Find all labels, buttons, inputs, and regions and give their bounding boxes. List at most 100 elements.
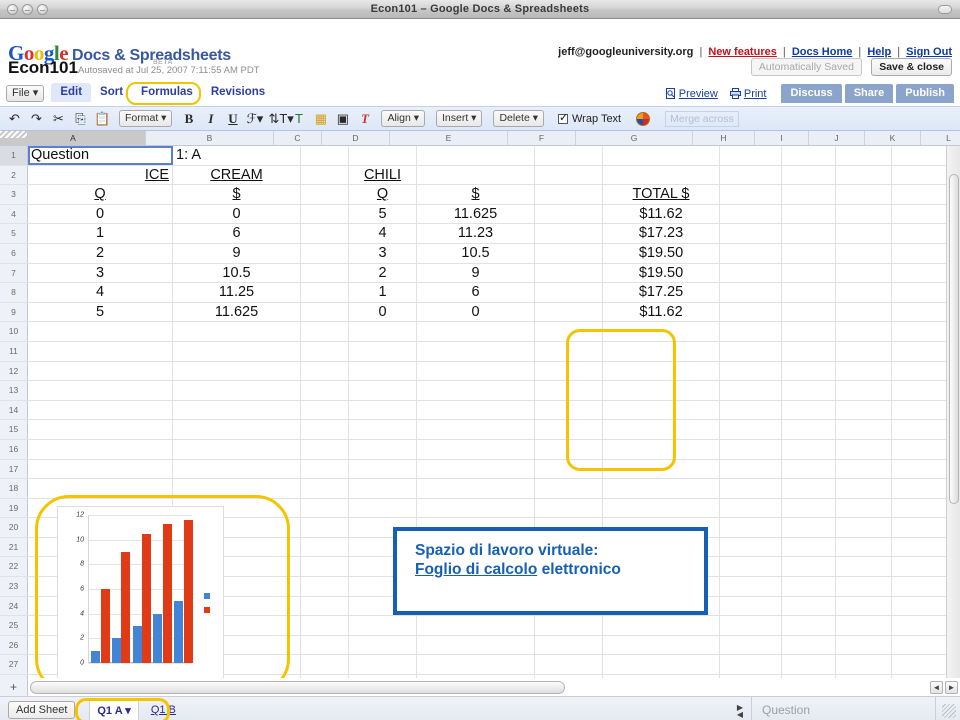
cell-A7[interactable]: 3 xyxy=(28,263,173,283)
minimize-icon[interactable] xyxy=(22,4,33,15)
cell-J22[interactable] xyxy=(836,557,892,577)
cell-C1[interactable] xyxy=(301,146,349,165)
cell-F26[interactable] xyxy=(535,635,603,655)
cell-D11[interactable] xyxy=(349,341,417,361)
cell-E9[interactable]: 0 xyxy=(417,302,535,322)
cell-J26[interactable] xyxy=(836,635,892,655)
cell-D17[interactable] xyxy=(349,459,417,479)
cell-J9[interactable] xyxy=(836,302,892,322)
cell-B12[interactable] xyxy=(173,361,301,381)
cell-F8[interactable] xyxy=(535,283,603,302)
cell-A15[interactable] xyxy=(28,420,173,439)
add-sheet-button[interactable]: Add Sheet xyxy=(8,701,76,719)
row-header-9[interactable]: 9 xyxy=(0,302,28,322)
cell-I8[interactable] xyxy=(782,283,836,302)
cell-F18[interactable] xyxy=(535,479,603,498)
cell-E16[interactable] xyxy=(417,439,535,459)
cell-H10[interactable] xyxy=(720,322,782,341)
cell-H7[interactable] xyxy=(720,263,782,283)
cell-C23[interactable] xyxy=(301,577,349,596)
cell-G8[interactable]: $17.25 xyxy=(603,283,720,302)
cell-I13[interactable] xyxy=(782,381,836,400)
expand-collapse-icon[interactable]: ▶ ◀ xyxy=(737,703,743,718)
close-icon[interactable] xyxy=(7,4,18,15)
cell-J3[interactable] xyxy=(836,185,892,204)
row-header-25[interactable]: 25 xyxy=(0,616,28,635)
cell-K17[interactable] xyxy=(892,459,948,479)
cell-E14[interactable] xyxy=(417,400,535,420)
tab-edit[interactable]: Edit xyxy=(51,83,92,102)
cell-I7[interactable] xyxy=(782,263,836,283)
cell-A8[interactable]: 4 xyxy=(28,283,173,302)
cell-F4[interactable] xyxy=(535,204,603,224)
clear-formatting-icon[interactable]: T xyxy=(356,112,373,125)
save-and-close-button[interactable]: Save & close xyxy=(871,58,952,76)
font-size-icon[interactable]: ⇅T▾ xyxy=(268,112,293,125)
tab-revisions[interactable]: Revisions xyxy=(202,83,274,102)
cell-I18[interactable] xyxy=(782,479,836,498)
cell-F16[interactable] xyxy=(535,439,603,459)
cell-E4[interactable]: 11.625 xyxy=(417,204,535,224)
cell-G3[interactable]: TOTAL $ xyxy=(603,185,720,204)
cell-H13[interactable] xyxy=(720,381,782,400)
cell-D19[interactable] xyxy=(349,498,417,518)
column-header-c[interactable]: C xyxy=(274,131,322,145)
cell-E27[interactable] xyxy=(417,655,535,675)
cell-B1[interactable]: 1: A xyxy=(173,146,301,165)
scroll-right-button[interactable]: ► xyxy=(945,680,958,694)
row-header-15[interactable]: 15 xyxy=(0,420,28,439)
cell-J16[interactable] xyxy=(836,439,892,459)
discuss-button[interactable]: Discuss xyxy=(781,84,842,103)
cell-A17[interactable] xyxy=(28,459,173,479)
cell-F14[interactable] xyxy=(535,400,603,420)
row-header-11[interactable]: 11 xyxy=(0,341,28,361)
cell-I5[interactable] xyxy=(782,224,836,243)
cell-A6[interactable]: 2 xyxy=(28,243,173,263)
cell-A12[interactable] xyxy=(28,361,173,381)
cell-G7[interactable]: $19.50 xyxy=(603,263,720,283)
cell-D10[interactable] xyxy=(349,322,417,341)
cell-B8[interactable]: 11.25 xyxy=(173,283,301,302)
cell-E10[interactable] xyxy=(417,322,535,341)
row-header-21[interactable]: 21 xyxy=(0,537,28,557)
cell-A2[interactable]: ICE xyxy=(28,165,173,185)
document-title[interactable]: Econ101 xyxy=(8,58,78,78)
cell-B2[interactable]: CREAM xyxy=(173,165,301,185)
align-dropdown[interactable]: Align ▾ xyxy=(381,110,425,127)
insert-dropdown[interactable]: Insert ▾ xyxy=(436,110,483,127)
column-header-d[interactable]: D xyxy=(322,131,390,145)
cell-J27[interactable] xyxy=(836,655,892,675)
sheet-tab-q1a[interactable]: Q1 A ▾ xyxy=(89,699,139,720)
cell-D7[interactable]: 2 xyxy=(349,263,417,283)
cell-D6[interactable]: 3 xyxy=(349,243,417,263)
cell-C20[interactable] xyxy=(301,518,349,537)
cell-D5[interactable]: 4 xyxy=(349,224,417,243)
cell-H22[interactable] xyxy=(720,557,782,577)
cell-H9[interactable] xyxy=(720,302,782,322)
wrap-text-checkbox-icon[interactable] xyxy=(558,111,568,124)
cell-G16[interactable] xyxy=(603,439,720,459)
cell-E19[interactable] xyxy=(417,498,535,518)
fill-color-icon[interactable]: ▦ xyxy=(312,112,329,125)
cell-G27[interactable] xyxy=(603,655,720,675)
column-header-k[interactable]: K xyxy=(865,131,921,145)
cell-F3[interactable] xyxy=(535,185,603,204)
cell-I26[interactable] xyxy=(782,635,836,655)
undo-icon[interactable]: ↶ xyxy=(6,112,23,125)
cell-F11[interactable] xyxy=(535,341,603,361)
print-link[interactable]: Print xyxy=(729,88,766,100)
copy-icon[interactable]: ⎘ xyxy=(72,112,89,125)
cell-D1[interactable] xyxy=(349,146,417,165)
cell-J25[interactable] xyxy=(836,616,892,635)
cell-H17[interactable] xyxy=(720,459,782,479)
cell-G15[interactable] xyxy=(603,420,720,439)
cell-B9[interactable]: 11.625 xyxy=(173,302,301,322)
cell-K26[interactable] xyxy=(892,635,948,655)
cell-E8[interactable]: 6 xyxy=(417,283,535,302)
cell-B3[interactable]: $ xyxy=(173,185,301,204)
cell-G11[interactable] xyxy=(603,341,720,361)
cell-G9[interactable]: $11.62 xyxy=(603,302,720,322)
cell-I24[interactable] xyxy=(782,596,836,616)
cell-K19[interactable] xyxy=(892,498,948,518)
cell-J8[interactable] xyxy=(836,283,892,302)
